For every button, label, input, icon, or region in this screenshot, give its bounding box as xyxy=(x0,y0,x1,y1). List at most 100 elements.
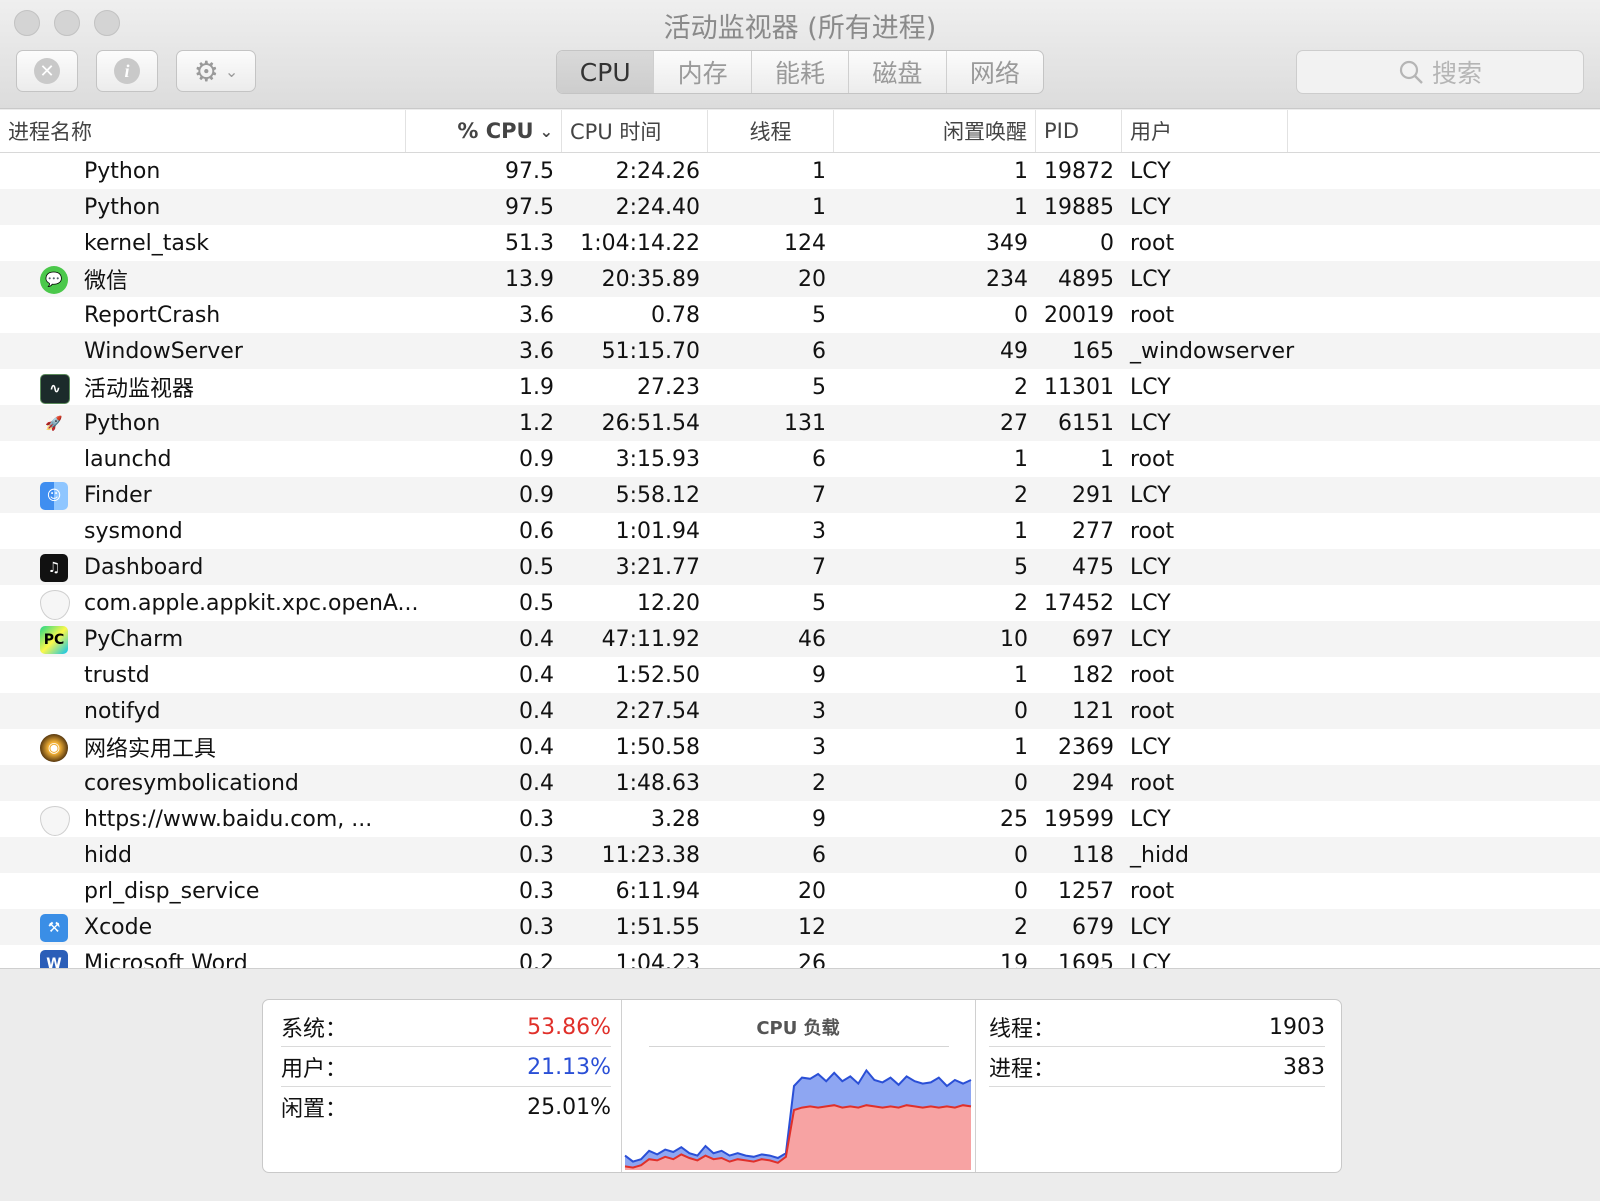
process-time: 1:48.63 xyxy=(615,770,700,796)
process-pid: 19885 xyxy=(1044,194,1114,220)
process-wake: 2 xyxy=(1014,374,1028,400)
process-name: Finder xyxy=(84,482,152,508)
process-cpu: 0.9 xyxy=(519,482,554,508)
process-user: root xyxy=(1130,230,1175,256)
process-pid: 182 xyxy=(1072,662,1114,688)
table-row[interactable]: launchd 0.9 3:15.93 6 1 1 root xyxy=(0,441,1600,477)
column-header-idle-wakeups[interactable]: 闲置唤醒 xyxy=(834,110,1036,152)
process-pid: 697 xyxy=(1072,626,1114,652)
tab-energy[interactable]: 能耗 xyxy=(750,51,848,93)
column-header-cpu-time[interactable]: CPU 时间 xyxy=(562,110,708,152)
inspect-process-button[interactable]: i xyxy=(96,50,158,92)
process-pid: 118 xyxy=(1072,842,1114,868)
shield-icon xyxy=(40,590,70,620)
table-row[interactable]: sysmond 0.6 1:01.94 3 1 277 root xyxy=(0,513,1600,549)
process-time: 20:35.89 xyxy=(601,266,700,292)
shield-icon xyxy=(40,806,70,836)
process-user: LCY xyxy=(1130,590,1171,616)
chevron-down-icon: ⌄ xyxy=(224,61,239,81)
column-header-name[interactable]: 进程名称 xyxy=(0,110,406,152)
process-time: 1:01.94 xyxy=(615,518,700,544)
process-wake: 2 xyxy=(1014,590,1028,616)
process-wake: 19 xyxy=(1000,950,1028,969)
process-time: 3:15.93 xyxy=(615,446,700,472)
process-cpu: 0.9 xyxy=(519,446,554,472)
table-row[interactable]: Python 97.5 2:24.26 1 1 19872 LCY xyxy=(0,153,1600,189)
column-header-cpu[interactable]: % CPU ⌄ xyxy=(406,110,562,152)
process-cpu: 0.5 xyxy=(519,590,554,616)
process-threads: 5 xyxy=(812,374,826,400)
process-wake: 0 xyxy=(1014,302,1028,328)
process-name: com.apple.appkit.xpc.openA... xyxy=(84,590,419,616)
process-name: Python xyxy=(84,194,161,220)
process-pid: 475 xyxy=(1072,554,1114,580)
threads-row: 线程： 1903 xyxy=(989,1008,1325,1047)
search-field[interactable]: 搜索 xyxy=(1296,50,1584,94)
process-threads: 3 xyxy=(812,698,826,724)
process-user: root xyxy=(1130,302,1175,328)
table-row[interactable]: ♫ Dashboard 0.5 3:21.77 7 5 475 LCY xyxy=(0,549,1600,585)
action-menu-button[interactable]: ⚙ ⌄ xyxy=(176,50,256,92)
processes-value: 383 xyxy=(1283,1054,1325,1080)
process-wake: 27 xyxy=(1000,410,1028,436)
process-cpu: 0.4 xyxy=(519,770,554,796)
process-user: root xyxy=(1130,518,1175,544)
table-row[interactable]: ∿ 活动监视器 1.9 27.23 5 2 11301 LCY xyxy=(0,369,1600,405)
process-wake: 1 xyxy=(1014,158,1028,184)
process-cpu: 97.5 xyxy=(505,194,554,220)
table-row[interactable]: WindowServer 3.6 51:15.70 6 49 165 _windowserv… xyxy=(0,333,1600,369)
table-row[interactable]: 💬 微信 13.9 20:35.89 20 234 4895 LCY xyxy=(0,261,1600,297)
table-row[interactable]: ☺ Finder 0.9 5:58.12 7 2 291 LCY xyxy=(0,477,1600,513)
column-header-user[interactable]: 用户 xyxy=(1122,110,1288,152)
process-threads: 12 xyxy=(798,914,826,940)
table-row[interactable]: ◉ 网络实用工具 0.4 1:50.58 3 1 2369 LCY xyxy=(0,729,1600,765)
table-row[interactable]: notifyd 0.4 2:27.54 3 0 121 root xyxy=(0,693,1600,729)
dashboard-icon: ♫ xyxy=(40,554,68,582)
process-name: 网络实用工具 xyxy=(84,737,217,762)
process-cpu: 0.6 xyxy=(519,518,554,544)
column-header-pid[interactable]: PID xyxy=(1036,110,1122,152)
tab-memory[interactable]: 内存 xyxy=(653,51,750,93)
process-name: launchd xyxy=(84,446,172,472)
tab-disk[interactable]: 磁盘 xyxy=(848,51,945,93)
process-threads: 2 xyxy=(812,770,826,796)
process-time: 26:51.54 xyxy=(601,410,700,436)
table-row[interactable]: Python 97.5 2:24.40 1 1 19885 LCY xyxy=(0,189,1600,225)
table-row[interactable]: ReportCrash 3.6 0.78 5 0 20019 root xyxy=(0,297,1600,333)
table-row[interactable]: hidd 0.3 11:23.38 6 0 118 _hidd xyxy=(0,837,1600,873)
process-name: Python xyxy=(84,158,161,184)
table-row[interactable]: ⚒ Xcode 0.3 1:51.55 12 2 679 LCY xyxy=(0,909,1600,945)
process-pid: 19599 xyxy=(1044,806,1114,832)
process-name: https://www.baidu.com, ... xyxy=(84,806,373,832)
process-wake: 349 xyxy=(986,230,1028,256)
process-cpu: 0.3 xyxy=(519,842,554,868)
title-bar: 活动监视器 (所有进程) ✕ i ⚙ ⌄ CPU 内存 能耗 磁盘 网络 搜索 xyxy=(0,0,1600,109)
table-row[interactable]: https://www.baidu.com, ... 0.3 3.28 9 25 1959… xyxy=(0,801,1600,837)
table-row[interactable]: prl_disp_service 0.3 6:11.94 20 0 1257 root xyxy=(0,873,1600,909)
process-user: LCY xyxy=(1130,266,1171,292)
process-wake: 2 xyxy=(1014,914,1028,940)
process-user: _hidd xyxy=(1130,842,1189,868)
system-load-area xyxy=(625,1105,971,1170)
table-row[interactable]: W Microsoft Word 0.2 1:04.23 26 19 1695 LCY xyxy=(0,945,1600,968)
process-user: LCY xyxy=(1130,482,1171,508)
process-wake: 5 xyxy=(1014,554,1028,580)
quit-process-button[interactable]: ✕ xyxy=(16,50,78,92)
process-pid: 294 xyxy=(1072,770,1114,796)
process-name: WindowServer xyxy=(84,338,243,364)
window-title: 活动监视器 (所有进程) xyxy=(663,13,937,44)
table-row[interactable]: coresymbolicationd 0.4 1:48.63 2 0 294 root xyxy=(0,765,1600,801)
table-row[interactable]: kernel_task 51.3 1:04:14.22 124 349 0 root xyxy=(0,225,1600,261)
tab-network[interactable]: 网络 xyxy=(945,51,1043,93)
process-threads: 6 xyxy=(812,842,826,868)
table-row[interactable]: 🚀 Python 1.2 26:51.54 131 27 6151 LCY xyxy=(0,405,1600,441)
threads-label: 线程： xyxy=(989,1017,1056,1042)
process-cpu: 0.2 xyxy=(519,950,554,969)
table-row[interactable]: com.apple.appkit.xpc.openA... 0.5 12.20 5 2 1… xyxy=(0,585,1600,621)
table-row[interactable]: PC PyCharm 0.4 47:11.92 46 10 697 LCY xyxy=(0,621,1600,657)
process-user: LCY xyxy=(1130,806,1171,832)
column-header-threads[interactable]: 线程 xyxy=(708,110,834,152)
tab-cpu[interactable]: CPU xyxy=(557,51,654,93)
process-threads: 1 xyxy=(812,158,826,184)
table-row[interactable]: trustd 0.4 1:52.50 9 1 182 root xyxy=(0,657,1600,693)
